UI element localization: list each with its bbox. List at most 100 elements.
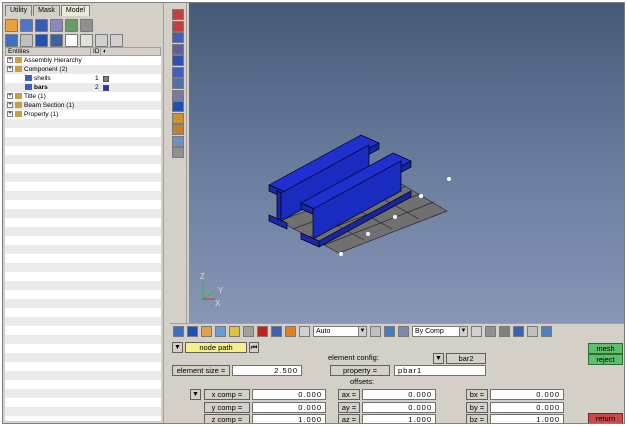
az-label[interactable]: az = <box>338 414 360 423</box>
tree-item[interactable]: bars 2 <box>5 83 161 92</box>
select-arrow-icon[interactable] <box>65 33 78 47</box>
chevron-down-icon[interactable]: ▼ <box>358 327 366 336</box>
layer-icon[interactable] <box>499 326 510 337</box>
node-path-button[interactable]: node path <box>185 342 247 353</box>
bz-label[interactable]: bz = <box>466 414 488 423</box>
node[interactable] <box>393 215 397 219</box>
label-icon[interactable] <box>172 112 184 124</box>
show-icon[interactable] <box>35 33 48 47</box>
x-comp-label[interactable]: x comp = <box>204 389 250 400</box>
tool-icon[interactable] <box>299 326 310 337</box>
color-column-icon[interactable]: ◐ <box>100 48 110 55</box>
tree-item[interactable]: + Assembly Hierarchy <box>5 56 161 65</box>
cut-icon[interactable] <box>172 9 184 20</box>
expand-toggle-icon[interactable]: + <box>7 57 13 63</box>
wireframe-icon[interactable] <box>384 326 395 337</box>
id-column-header[interactable]: ID <box>90 48 100 55</box>
tree-item[interactable]: shells 1 <box>5 74 161 83</box>
element-icon[interactable] <box>485 326 496 337</box>
view-side-icon[interactable] <box>172 43 184 55</box>
settings-icon[interactable] <box>80 18 93 32</box>
label-abc-icon[interactable] <box>172 124 184 135</box>
tab-model[interactable]: Model <box>60 5 90 16</box>
rotate-icon[interactable] <box>370 326 381 337</box>
graphics-viewport[interactable]: Z Y X <box>189 3 624 323</box>
expand-toggle-icon[interactable] <box>17 75 23 81</box>
measure-icon[interactable] <box>243 326 254 337</box>
node[interactable] <box>447 177 451 181</box>
reject-button[interactable]: reject <box>588 354 623 365</box>
tab-mask[interactable]: Mask <box>33 5 60 16</box>
view-top-icon[interactable] <box>172 55 184 66</box>
auto-combo[interactable]: Auto ▼ <box>313 326 367 337</box>
by-comp-combo[interactable]: By Comp ▼ <box>412 326 468 337</box>
color-swatch[interactable] <box>103 85 109 91</box>
view-icon[interactable] <box>173 326 184 337</box>
tree-item[interactable]: + Property (1) <box>5 110 161 119</box>
property-field[interactable]: pbar1 <box>394 365 486 376</box>
chevron-down-icon[interactable]: ▼ <box>459 327 467 336</box>
y-comp-field[interactable]: 0.000 <box>252 402 326 413</box>
ax-label[interactable]: ax = <box>338 389 360 400</box>
component-icon[interactable] <box>215 326 226 337</box>
ay-label[interactable]: ay = <box>338 402 360 413</box>
node[interactable] <box>366 232 370 236</box>
ay-field[interactable]: 0.000 <box>362 402 436 413</box>
section-icon[interactable] <box>172 20 184 32</box>
tree-item[interactable]: + Component (2) <box>5 65 161 74</box>
view-iso-icon[interactable] <box>172 66 184 78</box>
element-config-value[interactable]: bar2 <box>446 353 486 364</box>
zoom-icon[interactable] <box>172 89 184 101</box>
isolate-icon[interactable] <box>110 33 123 47</box>
expand-toggle-icon[interactable] <box>17 84 23 90</box>
assembly-icon[interactable] <box>35 18 48 32</box>
find-icon[interactable] <box>285 326 296 337</box>
monitor-icon[interactable] <box>541 326 552 337</box>
chevron-down-icon[interactable]: ▼ <box>172 342 183 353</box>
import-icon[interactable] <box>5 18 18 32</box>
bx-field[interactable]: 0.000 <box>490 389 564 400</box>
grid-icon[interactable] <box>471 326 482 337</box>
return-button[interactable]: return <box>588 413 623 423</box>
x-comp-field[interactable]: 0.000 <box>252 389 326 400</box>
material-icon[interactable] <box>65 18 78 32</box>
find-icon[interactable] <box>95 33 108 47</box>
z-comp-field[interactable]: 1.000 <box>252 414 326 423</box>
filter-icon[interactable] <box>80 33 93 47</box>
element-size-label[interactable]: element size = <box>172 365 230 376</box>
mask-icon[interactable] <box>271 326 282 337</box>
node[interactable] <box>339 252 343 256</box>
network-icon[interactable] <box>527 326 538 337</box>
bx-label[interactable]: bx = <box>466 389 488 400</box>
reset-view-icon[interactable] <box>172 147 184 158</box>
bz-field[interactable]: 1.000 <box>490 414 564 423</box>
z-comp-label[interactable]: z comp = <box>204 414 250 423</box>
entities-column-header[interactable]: Entities <box>6 48 90 55</box>
annotate-icon[interactable] <box>172 135 184 147</box>
y-comp-label[interactable]: y comp = <box>204 402 250 413</box>
view-front-icon[interactable] <box>172 32 184 43</box>
rotate-icon[interactable] <box>172 101 184 112</box>
chevron-down-icon[interactable]: ▼ <box>433 353 444 364</box>
fit-icon[interactable] <box>172 78 184 89</box>
color-swatch[interactable] <box>103 76 109 82</box>
info-icon[interactable] <box>229 326 240 337</box>
expand-toggle-icon[interactable]: + <box>7 111 13 117</box>
import-icon[interactable] <box>201 326 212 337</box>
expand-toggle-icon[interactable]: + <box>7 102 13 108</box>
reset-icon[interactable]: ⏮ <box>249 342 259 353</box>
az-field[interactable]: 1.000 <box>362 414 436 423</box>
display-icon[interactable] <box>513 326 524 337</box>
cube-icon[interactable] <box>398 326 409 337</box>
tree-item[interactable]: + Title (1) <box>5 92 161 101</box>
expand-icon[interactable] <box>20 33 33 47</box>
component-icon[interactable] <box>20 18 33 32</box>
node[interactable] <box>419 194 423 198</box>
mesh-button[interactable]: mesh <box>588 343 623 354</box>
chevron-down-icon[interactable]: ▼ <box>190 389 201 400</box>
ax-field[interactable]: 0.000 <box>362 389 436 400</box>
expand-toggle-icon[interactable]: + <box>7 66 13 72</box>
property-icon[interactable] <box>50 18 63 32</box>
tree-item[interactable]: + Beam Section (1) <box>5 101 161 110</box>
tab-utility[interactable]: Utility <box>5 5 33 16</box>
